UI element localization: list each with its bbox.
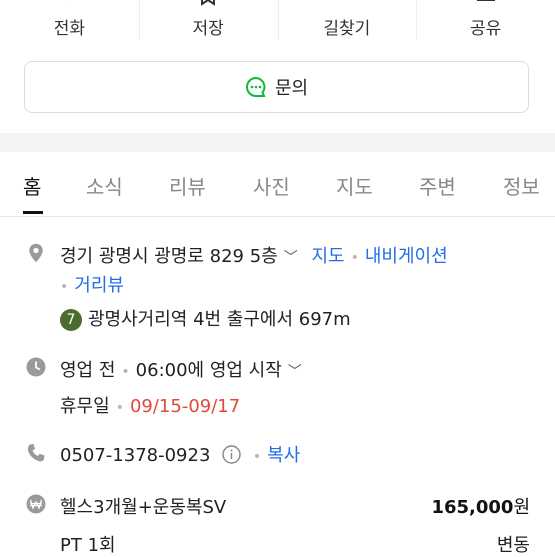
section-divider [0, 133, 555, 152]
subway-line-badge: 7 [60, 309, 82, 331]
phone-icon [65, 0, 67, 1]
tab-news[interactable]: 소식 [86, 171, 123, 200]
save-button[interactable]: 저장 [138, 0, 278, 44]
save-label: 저장 [192, 19, 224, 39]
bookmark-icon [201, 0, 216, 6]
tab-reviews[interactable]: 리뷰 [169, 171, 206, 200]
action-bar: 전화 저장 길찾기 공유 [0, 0, 555, 44]
directions-label: 길찾기 [323, 19, 371, 39]
copy-phone-button[interactable]: 복사 [267, 445, 300, 466]
menu-item-price: 변동 [496, 535, 530, 556]
address-text: 경기 광명시 광명로 829 5층 [60, 246, 278, 267]
clock-icon [26, 357, 46, 377]
menu-price-unit: 원 [513, 497, 530, 518]
tab-home[interactable]: 홈 [23, 171, 41, 200]
hours-detail: 06:00에 영업 시작 [135, 360, 282, 381]
call-label: 전화 [53, 19, 86, 39]
menu-price-value: 165,000 [431, 497, 514, 518]
tab-nearby[interactable]: 주변 [419, 171, 456, 200]
holiday-row: 휴무일 • 09/15-09/17 [60, 396, 241, 417]
share-button[interactable]: 공유 [416, 0, 555, 44]
inquiry-label: 문의 [274, 78, 309, 99]
active-tab-indicator [23, 211, 43, 214]
tab-photos[interactable]: 사진 [253, 171, 290, 200]
tab-map[interactable]: 지도 [336, 171, 373, 200]
tab-bar: 홈 소식 리뷰 사진 지도 주변 정보 [0, 152, 555, 217]
directions-icon [336, 0, 358, 6]
holiday-label: 휴무일 [60, 396, 110, 417]
navigation-link[interactable]: 내비게이션 [365, 246, 448, 267]
share-label: 공유 [469, 19, 502, 39]
menu-item-name: PT 1회 [60, 535, 116, 556]
subway-text: 광명사거리역 4번 출구에서 697m [88, 309, 351, 330]
phone-number[interactable]: 0507-1378-0923 [60, 445, 210, 466]
phone-icon [27, 444, 45, 462]
streetview-link[interactable]: 거리뷰 [74, 275, 124, 296]
won-coin-icon [26, 494, 46, 514]
menu-item-name: 헬스3개월+운동복SV [60, 497, 227, 518]
chevron-down-icon[interactable]: ﹀ [284, 250, 298, 266]
menu-item-price: 165,000원 [431, 493, 530, 519]
inquiry-button[interactable]: 문의 [24, 61, 529, 113]
subway-row: 7 광명사거리역 4번 출구에서 697m [60, 305, 351, 331]
holiday-dates: 09/15-09/17 [129, 396, 241, 417]
tab-info[interactable]: 정보 [503, 171, 540, 200]
streetview-row: • 거리뷰 [60, 275, 124, 296]
info-icon[interactable] [222, 445, 241, 464]
location-pin-icon [29, 243, 43, 263]
directions-button[interactable]: 길찾기 [277, 0, 417, 44]
address-row: 경기 광명시 광명로 829 5층 ﹀ 지도 • 내비게이션 [60, 246, 448, 267]
phone-row: 0507-1378-0923 • 복사 [60, 445, 301, 466]
hours-row[interactable]: 영업 전 • 06:00에 영업 시작 ﹀ [60, 356, 302, 382]
chat-icon [245, 76, 266, 97]
share-icon [476, 0, 495, 1]
hours-status: 영업 전 [60, 360, 116, 381]
map-link[interactable]: 지도 [311, 246, 344, 267]
call-button[interactable]: 전화 [0, 0, 139, 44]
chevron-down-icon[interactable]: ﹀ [288, 364, 302, 380]
